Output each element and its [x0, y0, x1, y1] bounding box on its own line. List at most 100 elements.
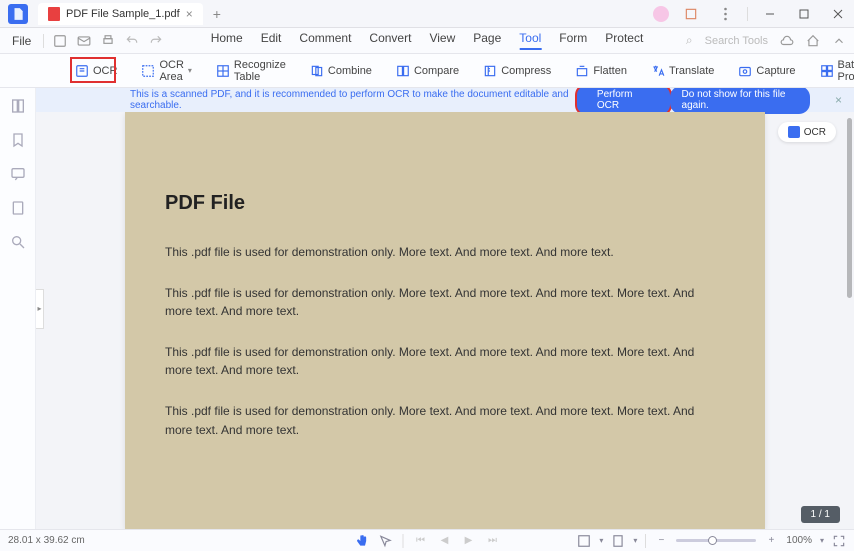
capture-button[interactable]: Capture: [733, 61, 800, 81]
batch-process-label: Batch Process: [838, 59, 854, 83]
zoom-slider[interactable]: [676, 539, 756, 542]
tool-toolbar: OCR OCR Area ▾ Recognize Table Combine C…: [0, 54, 854, 88]
page-viewport[interactable]: PDF File This .pdf file is used for demo…: [36, 112, 854, 529]
hand-tool-icon[interactable]: [355, 534, 369, 548]
content-area: ▸ This is a scanned PDF, and it is recom…: [0, 88, 854, 529]
file-menu[interactable]: File: [8, 32, 35, 50]
zoom-value[interactable]: 100%: [786, 535, 812, 546]
save-icon[interactable]: [52, 33, 68, 49]
maximize-button[interactable]: [792, 2, 816, 26]
next-page-icon[interactable]: ▶: [462, 534, 476, 548]
pdf-page: PDF File This .pdf file is used for demo…: [125, 112, 765, 529]
compress-button[interactable]: Compress: [478, 61, 556, 81]
compare-icon: [396, 64, 410, 78]
ocr-pill-icon: [788, 126, 800, 138]
combine-button[interactable]: Combine: [305, 61, 377, 81]
main-menu: Home Edit Comment Convert View Page Tool…: [211, 31, 644, 50]
tab-close-icon[interactable]: ×: [186, 7, 193, 21]
mail-icon[interactable]: [76, 33, 92, 49]
user-avatar[interactable]: [653, 6, 669, 22]
left-sidebar: [0, 88, 36, 529]
menu-tool[interactable]: Tool: [519, 31, 541, 50]
page-indicator: 1 / 1: [801, 506, 840, 523]
comments-icon[interactable]: [10, 166, 26, 182]
translate-icon: [651, 64, 665, 78]
zoom-dropdown-icon[interactable]: ▾: [820, 536, 824, 545]
ocr-icon: [75, 64, 89, 78]
first-page-icon[interactable]: ⏮: [414, 534, 428, 548]
ocr-area-label: OCR Area: [159, 59, 183, 83]
capture-icon: [738, 64, 752, 78]
last-page-icon[interactable]: ⏭: [486, 534, 500, 548]
vertical-scrollbar[interactable]: [847, 118, 852, 298]
ocr-pill-label: OCR: [804, 127, 826, 138]
banner-message: This is a scanned PDF, and it is recomme…: [130, 89, 575, 111]
recognize-table-button[interactable]: Recognize Table: [211, 56, 291, 86]
ocr-button[interactable]: OCR: [70, 61, 122, 81]
batch-process-button[interactable]: Batch Process: [815, 56, 854, 86]
ocr-area-icon: [141, 64, 155, 78]
collapse-ribbon-icon[interactable]: [832, 34, 846, 48]
thumbnails-icon[interactable]: [10, 98, 26, 114]
translate-button[interactable]: Translate: [646, 61, 719, 81]
view-mode-icon[interactable]: [577, 534, 591, 548]
banner-close-icon[interactable]: ×: [835, 93, 842, 107]
print-icon[interactable]: [100, 33, 116, 49]
menu-view[interactable]: View: [429, 31, 455, 50]
ocr-label: OCR: [93, 65, 117, 77]
compare-button[interactable]: Compare: [391, 61, 464, 81]
menu-edit[interactable]: Edit: [261, 31, 282, 50]
bookmarks-icon[interactable]: [10, 132, 26, 148]
prev-page-icon[interactable]: ◀: [438, 534, 452, 548]
document-paragraph: This .pdf file is used for demonstration…: [165, 284, 725, 321]
fullscreen-icon[interactable]: [832, 534, 846, 548]
add-tab-button[interactable]: +: [209, 6, 225, 22]
more-icon[interactable]: [713, 2, 737, 26]
menu-form[interactable]: Form: [559, 31, 587, 50]
flatten-label: Flatten: [593, 65, 627, 77]
menu-comment[interactable]: Comment: [299, 31, 351, 50]
fit-mode-dropdown-icon[interactable]: ▾: [633, 536, 637, 545]
ocr-area-button[interactable]: OCR Area ▾: [136, 56, 196, 86]
compare-label: Compare: [414, 65, 459, 77]
cloud-icon[interactable]: [780, 34, 794, 48]
flatten-icon: [575, 64, 589, 78]
close-button[interactable]: [826, 2, 850, 26]
compress-label: Compress: [501, 65, 551, 77]
app-logo: [8, 4, 28, 24]
document-paragraph: This .pdf file is used for demonstration…: [165, 402, 725, 439]
attachments-icon[interactable]: [10, 200, 26, 216]
menu-page[interactable]: Page: [473, 31, 501, 50]
recognize-table-label: Recognize Table: [234, 59, 286, 83]
fit-mode-icon[interactable]: [611, 534, 625, 548]
document-tab[interactable]: PDF File Sample_1.pdf ×: [38, 3, 203, 25]
ocr-banner: This is a scanned PDF, and it is recomme…: [36, 88, 854, 112]
minimize-button[interactable]: [758, 2, 782, 26]
combine-label: Combine: [328, 65, 372, 77]
menu-bar: File Home Edit Comment Convert View Page…: [0, 28, 854, 54]
zoom-in-icon[interactable]: +: [764, 534, 778, 548]
notification-icon[interactable]: [679, 2, 703, 26]
select-tool-icon[interactable]: [379, 534, 393, 548]
zoom-out-icon[interactable]: −: [654, 534, 668, 548]
menu-home[interactable]: Home: [211, 31, 243, 50]
search-panel-icon[interactable]: [10, 234, 26, 250]
redo-icon[interactable]: [148, 33, 164, 49]
search-tools[interactable]: Search Tools: [705, 35, 768, 47]
menu-protect[interactable]: Protect: [605, 31, 643, 50]
menu-convert[interactable]: Convert: [369, 31, 411, 50]
document-paragraph: This .pdf file is used for demonstration…: [165, 343, 725, 380]
ocr-floating-button[interactable]: OCR: [778, 122, 836, 142]
zoom-slider-thumb[interactable]: [708, 536, 717, 545]
tab-title: PDF File Sample_1.pdf: [66, 8, 180, 20]
batch-icon: [820, 64, 834, 78]
dismiss-banner-button[interactable]: Do not show for this file again.: [670, 88, 810, 114]
table-icon: [216, 64, 230, 78]
home-icon[interactable]: [806, 34, 820, 48]
undo-icon[interactable]: [124, 33, 140, 49]
view-mode-dropdown-icon[interactable]: ▾: [599, 536, 603, 545]
page-dimensions: 28.01 x 39.62 cm: [8, 535, 85, 546]
flatten-button[interactable]: Flatten: [570, 61, 632, 81]
document-viewer: This is a scanned PDF, and it is recomme…: [36, 88, 854, 529]
sidebar-expand-handle[interactable]: ▸: [36, 289, 44, 329]
